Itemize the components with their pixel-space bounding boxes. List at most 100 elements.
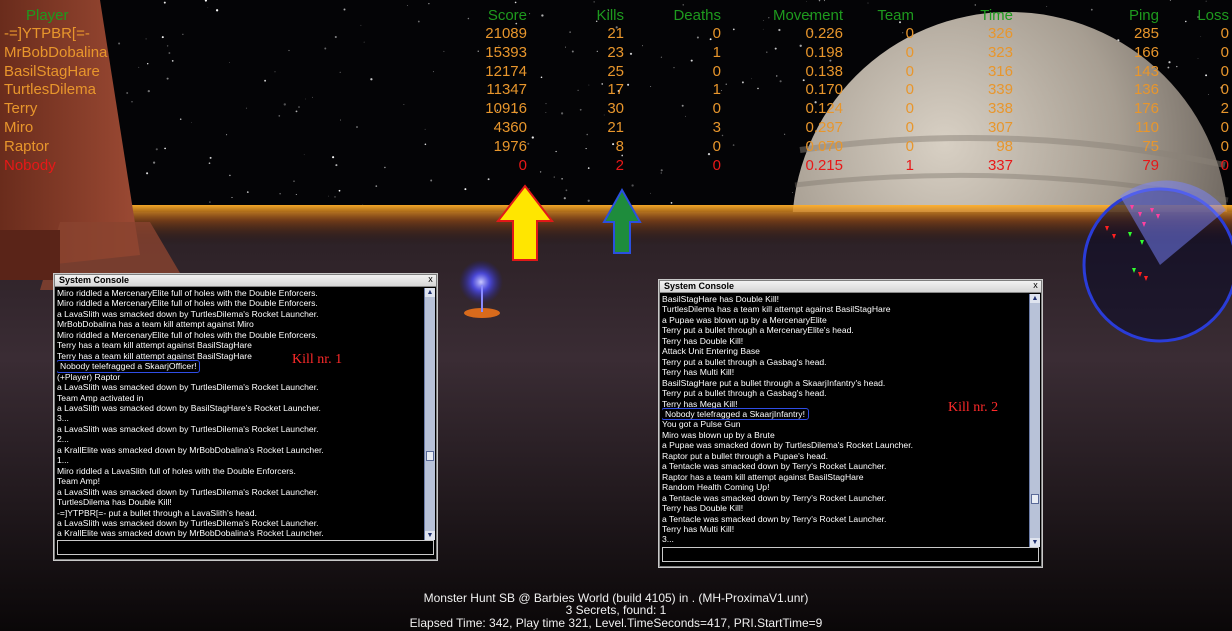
cell-time: 98 bbox=[996, 137, 1013, 155]
cell-loss: 0 bbox=[1220, 81, 1229, 99]
log-line: TurtlesDilema has Double Kill! bbox=[57, 497, 172, 508]
log-line: (+Player) Raptor bbox=[57, 371, 121, 382]
cell-deaths: 0 bbox=[712, 137, 721, 155]
scoreboard-row: BasilStagHare 12174 25 0 0.138 0 316 143 0 bbox=[0, 62, 1232, 81]
scroll-down-icon[interactable]: ▼ bbox=[425, 531, 435, 540]
log-line: You got a Pulse Gun bbox=[662, 419, 741, 430]
scroll-down-icon[interactable]: ▼ bbox=[1030, 538, 1040, 547]
log-line: Team Amp activated in bbox=[57, 392, 144, 403]
cell-team: 0 bbox=[905, 100, 914, 118]
cell-time: 307 bbox=[987, 119, 1013, 136]
scroll-up-icon[interactable]: ▲ bbox=[425, 288, 435, 297]
log-line: a Tentacle was smacked down by Terry's R… bbox=[662, 492, 887, 503]
cell-movement: 0.070 bbox=[805, 137, 843, 155]
scoreboard-row: MrBobDobalina 15393 23 1 0.198 0 323 166 0 bbox=[0, 43, 1232, 62]
cell-kills: 30 bbox=[607, 100, 624, 118]
cell-ping: 79 bbox=[1142, 156, 1159, 174]
cell-kills: 23 bbox=[607, 43, 624, 61]
console-scrollbar[interactable]: ▲ ▼ bbox=[1029, 294, 1040, 547]
highlighted-log-line: Nobody telefragged a SkaarjInfantry! bbox=[662, 407, 809, 421]
log-line: Terry has Multi Kill! bbox=[662, 523, 735, 534]
cell-team: 0 bbox=[905, 137, 914, 155]
server-info: Monster Hunt SB @ Barbies World (build 4… bbox=[0, 592, 1232, 629]
cell-player: Terry bbox=[4, 100, 38, 118]
cell-score: 10916 bbox=[485, 100, 527, 118]
cell-ping: 136 bbox=[1133, 81, 1159, 99]
scroll-thumb[interactable] bbox=[426, 451, 434, 461]
cell-kills: 8 bbox=[615, 137, 624, 155]
cell-player: -=]YTPBR[=- bbox=[4, 25, 90, 42]
log-line: a LavaSlith was smacked down by TurtlesD… bbox=[57, 517, 319, 528]
scoreboard-row: Nobody 0 2 0 0.215 1 337 79 0 bbox=[0, 156, 1232, 175]
log-line: Attack Unit Entering Base bbox=[662, 346, 760, 357]
log-line: a Pupae was smacked down by TurtlesDilem… bbox=[662, 440, 913, 451]
scroll-up-icon[interactable]: ▲ bbox=[1030, 294, 1040, 303]
log-line: a LavaSlith was smacked down by TurtlesD… bbox=[57, 382, 319, 393]
system-console-right[interactable]: System Console x BasilStagHare has Doubl… bbox=[658, 279, 1043, 568]
cell-kills: 21 bbox=[607, 25, 624, 42]
cell-time: 337 bbox=[987, 156, 1013, 174]
log-line: a KrallElite was smacked down by MrBobDo… bbox=[57, 444, 324, 455]
log-line: -=]YTPBR[=- put a bullet through a LavaS… bbox=[57, 507, 257, 518]
scoreboard-row: Terry 10916 30 0 0.124 0 338 176 2 bbox=[0, 99, 1232, 118]
cell-loss: 0 bbox=[1220, 43, 1229, 61]
log-line: a Pupae was blown up by a MercenaryElite bbox=[662, 314, 827, 325]
console-input[interactable] bbox=[57, 540, 434, 555]
log-line: Terry has a team kill attempt against Ba… bbox=[57, 350, 252, 361]
cell-score: 12174 bbox=[485, 62, 527, 80]
cell-deaths: 0 bbox=[712, 156, 721, 174]
close-icon[interactable]: x bbox=[426, 274, 435, 284]
cell-time: 316 bbox=[987, 62, 1013, 80]
cell-team: 0 bbox=[905, 25, 914, 42]
cell-score: 0 bbox=[518, 156, 527, 174]
cell-kills: 2 bbox=[615, 156, 624, 174]
header-ping: Ping bbox=[1128, 7, 1159, 24]
kill-1-label: Kill nr. 1 bbox=[292, 352, 343, 367]
header-team: Team bbox=[877, 7, 914, 24]
header-player: Player bbox=[26, 7, 69, 24]
system-console-left[interactable]: System Console x Miro riddled a Mercenar… bbox=[53, 273, 438, 561]
cell-player: TurtlesDilema bbox=[4, 81, 96, 99]
log-line: TurtlesDilema has a team kill attempt ag… bbox=[662, 304, 891, 315]
cell-player: MrBobDobalina bbox=[4, 43, 108, 61]
console-title: System Console bbox=[660, 281, 1041, 293]
cell-deaths: 0 bbox=[712, 62, 721, 80]
cell-ping: 166 bbox=[1133, 43, 1159, 61]
cell-deaths: 0 bbox=[712, 25, 721, 42]
scoreboard-row: Raptor 1976 8 0 0.070 0 98 75 0 bbox=[0, 137, 1232, 156]
scroll-thumb[interactable] bbox=[1031, 494, 1039, 504]
header-score: Score bbox=[487, 7, 527, 24]
cell-deaths: 1 bbox=[712, 81, 721, 99]
cell-ping: 143 bbox=[1133, 62, 1159, 80]
header-loss: Loss bbox=[1197, 7, 1229, 24]
cell-loss: 0 bbox=[1220, 156, 1229, 174]
console-scrollbar[interactable]: ▲ ▼ bbox=[424, 288, 435, 540]
console-input[interactable] bbox=[662, 547, 1039, 562]
log-line: 3... bbox=[57, 413, 69, 424]
cell-ping: 176 bbox=[1133, 100, 1159, 118]
server-info-times: Elapsed Time: 342, Play time 321, Level.… bbox=[409, 615, 823, 630]
cell-movement: 0.170 bbox=[805, 81, 843, 99]
log-line: Terry put a bullet through a Gasbag's he… bbox=[662, 356, 827, 367]
log-line: Terry put a bullet through a Gasbag's he… bbox=[662, 388, 827, 399]
cell-loss: 0 bbox=[1220, 62, 1229, 80]
cell-loss: 0 bbox=[1220, 137, 1229, 155]
log-line: a LavaSlith was smacked down by TurtlesD… bbox=[57, 486, 319, 497]
log-line: 2... bbox=[57, 434, 69, 445]
log-line: Miro riddled a LavaSlith full of holes w… bbox=[57, 465, 296, 476]
cell-team: 1 bbox=[905, 156, 914, 174]
header-time: Time bbox=[980, 7, 1013, 24]
cell-kills: 25 bbox=[607, 62, 624, 80]
close-icon[interactable]: x bbox=[1031, 280, 1040, 290]
cell-loss: 0 bbox=[1220, 119, 1229, 136]
highlighted-log-line: Nobody telefragged a SkaarjOfficer! bbox=[57, 360, 201, 373]
cell-loss: 2 bbox=[1220, 100, 1229, 118]
cell-team: 0 bbox=[905, 119, 914, 136]
cell-player: BasilStagHare bbox=[4, 62, 100, 80]
log-line: Miro riddled a MercenaryElite full of ho… bbox=[57, 329, 318, 340]
cell-team: 0 bbox=[905, 81, 914, 99]
log-line: BasilStagHare has Double Kill! bbox=[662, 294, 780, 304]
cell-score: 15393 bbox=[485, 43, 527, 61]
cell-player: Miro bbox=[4, 119, 34, 136]
console-title: System Console bbox=[55, 275, 436, 287]
